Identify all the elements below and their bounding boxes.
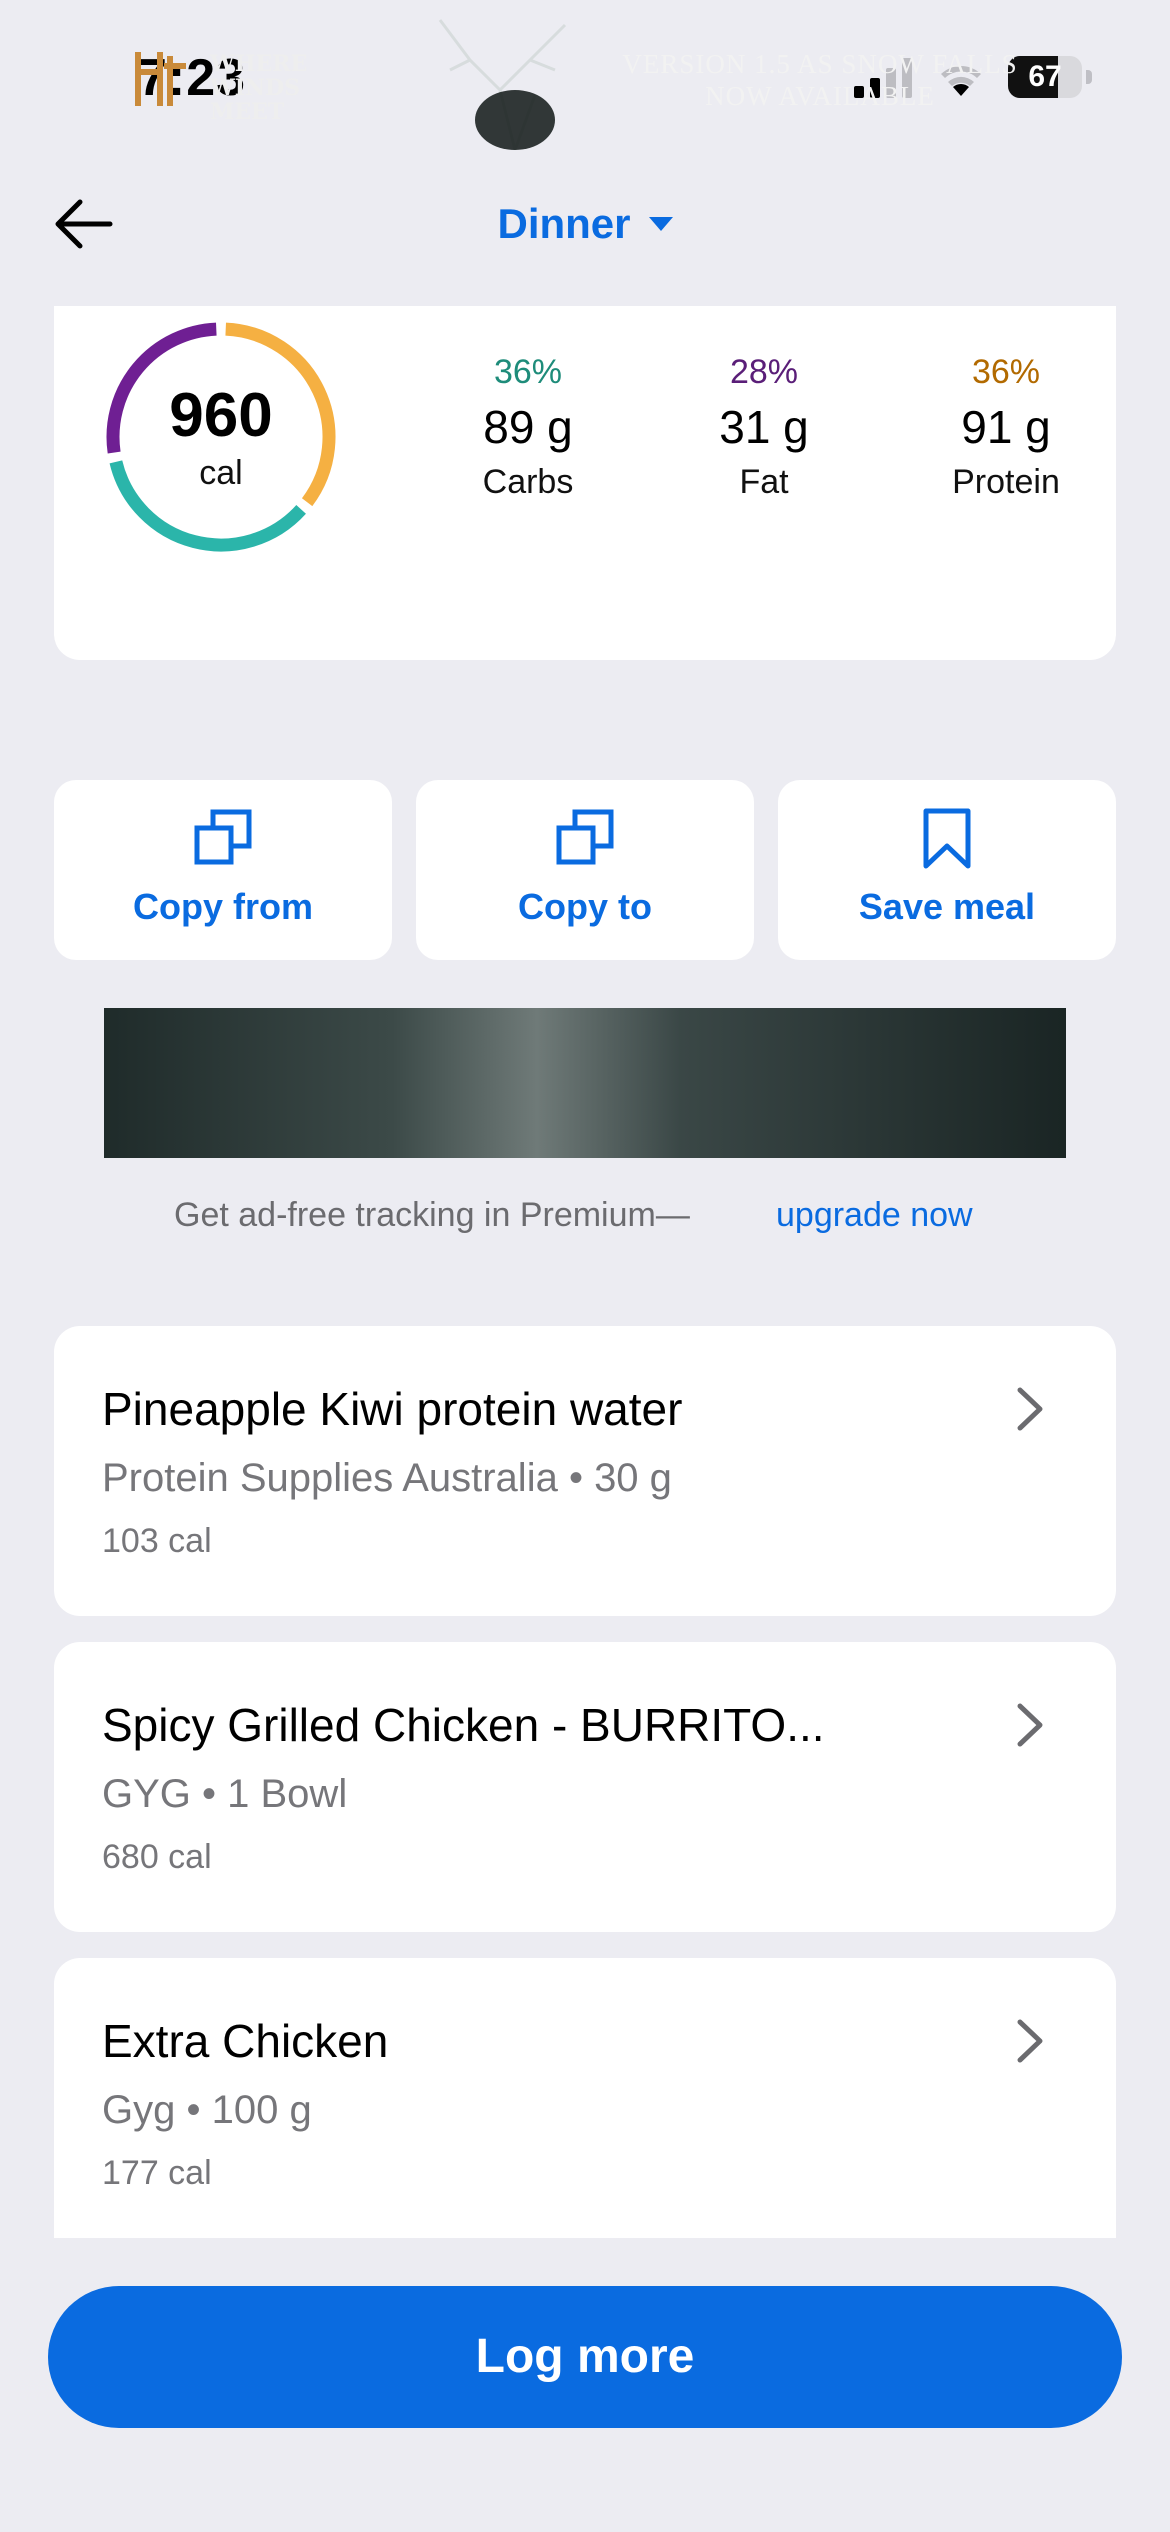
- ad-headline-line: NOW AVAILABLE: [705, 81, 935, 111]
- save-meal-button[interactable]: Save meal: [778, 780, 1116, 960]
- chevron-right-icon: [1017, 1703, 1043, 1747]
- caret-down-icon: [648, 217, 673, 231]
- macro-grams: 91 g: [961, 401, 1051, 453]
- macro-grams: 89 g: [483, 401, 573, 453]
- calorie-total: 960: [169, 381, 273, 450]
- copy-icon: [194, 809, 252, 865]
- macro-label: Carbs: [482, 463, 574, 501]
- food-name: Extra Chicken: [102, 2015, 389, 2067]
- food-details: Protein Supplies Australia • 30 g: [102, 1456, 672, 1500]
- food-calories: 177 cal: [102, 2154, 212, 2192]
- food-entry[interactable]: Extra Chicken Gyg • 100 g 177 cal: [54, 1958, 1116, 2238]
- food-entry[interactable]: Pineapple Kiwi protein water Protein Sup…: [54, 1326, 1116, 1616]
- food-serving: 100 g: [211, 2088, 312, 2132]
- macro-percentage: 36%: [971, 353, 1041, 391]
- food-name: Spicy Grilled Chicken - BURRITO...: [102, 1699, 825, 1751]
- ad-logo-icon: [135, 52, 186, 106]
- ad-headline-line: VERSION 1.5 AS SNOW FALLS: [622, 49, 1018, 79]
- ad-brand-line: WINDS MEET: [210, 75, 301, 125]
- macro-fat: 28% 31 g Fat: [664, 350, 864, 504]
- macro-label: Protein: [952, 463, 1060, 501]
- food-brand: Gyg: [102, 2088, 176, 2132]
- log-more-button[interactable]: Log more: [48, 2286, 1122, 2428]
- meal-title: Dinner: [497, 200, 631, 247]
- save-meal-label: Save meal: [858, 886, 1036, 927]
- food-details: Gyg • 100 g: [102, 2088, 312, 2132]
- calorie-unit: cal: [199, 454, 243, 492]
- chevron-right-icon: [1017, 1387, 1043, 1431]
- food-details: GYG • 1 Bowl: [102, 1772, 348, 1816]
- food-brand: Protein Supplies Australia: [102, 1456, 558, 1500]
- premium-promo-text: Get ad-free tracking in Premium—: [174, 1196, 690, 1234]
- copy-to-button[interactable]: Copy to: [416, 780, 754, 960]
- upgrade-now-link[interactable]: upgrade now: [776, 1196, 973, 1235]
- food-serving: 30 g: [594, 1456, 672, 1500]
- copy-from-button[interactable]: Copy from: [54, 780, 392, 960]
- macro-label: Fat: [739, 463, 789, 501]
- food-name: Pineapple Kiwi protein water: [102, 1383, 683, 1435]
- ad-headline: VERSION 1.5 AS SNOW FALLS NOW AVAILABLE: [590, 48, 1050, 112]
- copy-from-label: Copy from: [133, 886, 313, 927]
- ad-brand-name: WHERE WINDS MEET: [210, 52, 360, 124]
- meal-selector-dropdown[interactable]: Dinner: [0, 196, 1170, 252]
- ad-brand-line: WHERE: [210, 51, 308, 77]
- food-brand: GYG: [102, 1772, 191, 1816]
- food-calories: 680 cal: [102, 1838, 212, 1876]
- log-more-label: Log more: [475, 2330, 695, 2383]
- macro-grams: 31 g: [719, 401, 809, 453]
- ad-banner[interactable]: [104, 1008, 1066, 1158]
- chevron-right-icon: [1017, 2019, 1043, 2063]
- macro-percentage: 28%: [729, 353, 799, 391]
- food-serving: 1 Bowl: [227, 1772, 348, 1816]
- food-entry[interactable]: Spicy Grilled Chicken - BURRITO... GYG •…: [54, 1642, 1116, 1932]
- copy-to-label: Copy to: [518, 886, 652, 927]
- copy-icon: [556, 809, 614, 865]
- food-calories: 103 cal: [102, 1522, 212, 1560]
- macro-protein: 36% 91 g Protein: [906, 350, 1106, 504]
- macro-carbs: 36% 89 g Carbs: [428, 350, 628, 504]
- macro-percentage: 36%: [493, 353, 563, 391]
- bookmark-icon: [923, 808, 971, 869]
